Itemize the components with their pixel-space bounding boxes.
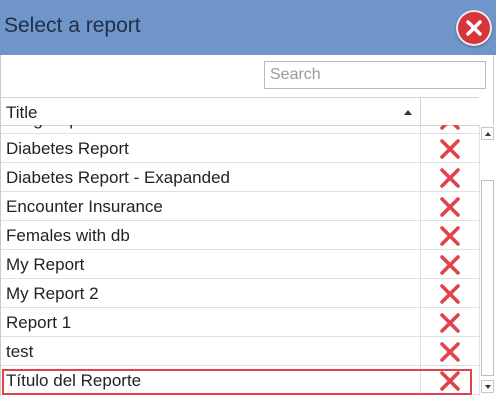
table-row[interactable]: Report 1 <box>1 308 479 337</box>
report-title[interactable]: test <box>6 342 33 362</box>
delete-x-icon[interactable] <box>439 196 461 218</box>
report-title[interactable]: Diabetes Report <box>6 139 129 159</box>
delete-x-icon[interactable] <box>439 283 461 305</box>
column-divider <box>420 308 421 337</box>
close-button[interactable] <box>456 10 492 46</box>
report-title[interactable]: Females with db <box>6 226 130 246</box>
delete-x-icon[interactable] <box>439 254 461 276</box>
grid-rows-viewport: Drug Report Diabetes Report Diabetes Repor… <box>1 125 479 396</box>
column-divider <box>420 192 421 221</box>
column-divider <box>420 250 421 279</box>
delete-x-icon[interactable] <box>439 341 461 363</box>
dialog-titlebar: Select a report <box>0 0 496 55</box>
report-grid: Title Drug Report Diabetes Report Diabetes… <box>0 97 494 396</box>
vertical-scrollbar[interactable] <box>479 125 494 396</box>
chevron-down-icon <box>484 384 491 389</box>
delete-x-icon[interactable] <box>439 225 461 247</box>
column-divider <box>420 279 421 308</box>
select-report-dialog: Select a report Title Drug Report Diabete… <box>0 0 496 396</box>
column-divider <box>420 163 421 192</box>
dialog-title: Select a report <box>4 14 141 37</box>
report-title[interactable]: Report 1 <box>6 313 71 333</box>
delete-x-icon[interactable] <box>439 167 461 189</box>
table-row[interactable]: My Report 2 <box>1 279 479 308</box>
scroll-down-button[interactable] <box>481 380 494 393</box>
table-row[interactable]: Diabetes Report - Exapanded <box>1 163 479 192</box>
search-area <box>0 55 494 97</box>
column-header-title[interactable]: Title <box>6 103 38 123</box>
report-title[interactable]: Drug Report <box>6 125 99 130</box>
close-icon <box>466 20 482 36</box>
table-row[interactable]: Females with db <box>1 221 479 250</box>
report-title[interactable]: My Report 2 <box>6 284 99 304</box>
column-divider <box>420 125 421 134</box>
column-divider <box>420 98 421 126</box>
scroll-up-button[interactable] <box>481 127 494 140</box>
report-title[interactable]: Título del Reporte <box>6 371 141 391</box>
sort-ascending-icon[interactable] <box>404 110 412 115</box>
grid-rows: Drug Report Diabetes Report Diabetes Repor… <box>1 125 479 395</box>
delete-x-icon[interactable] <box>439 125 461 131</box>
chevron-up-icon <box>484 131 491 136</box>
table-row[interactable]: Encounter Insurance <box>1 192 479 221</box>
table-row[interactable]: Drug Report <box>1 125 479 134</box>
column-divider <box>420 366 421 395</box>
column-divider <box>420 134 421 163</box>
table-row[interactable]: Título del Reporte <box>1 366 479 395</box>
report-title[interactable]: Encounter Insurance <box>6 197 163 217</box>
report-title[interactable]: Diabetes Report - Exapanded <box>6 168 230 188</box>
table-row[interactable]: My Report <box>1 250 479 279</box>
search-input[interactable] <box>264 61 486 89</box>
table-row[interactable]: Diabetes Report <box>1 134 479 163</box>
grid-header: Title <box>1 97 479 126</box>
table-row[interactable]: test <box>1 337 479 366</box>
scroll-thumb[interactable] <box>481 180 494 376</box>
delete-x-icon[interactable] <box>439 138 461 160</box>
delete-x-icon[interactable] <box>439 370 461 392</box>
column-divider <box>420 337 421 366</box>
report-title[interactable]: My Report <box>6 255 84 275</box>
column-divider <box>420 221 421 250</box>
delete-x-icon[interactable] <box>439 312 461 334</box>
